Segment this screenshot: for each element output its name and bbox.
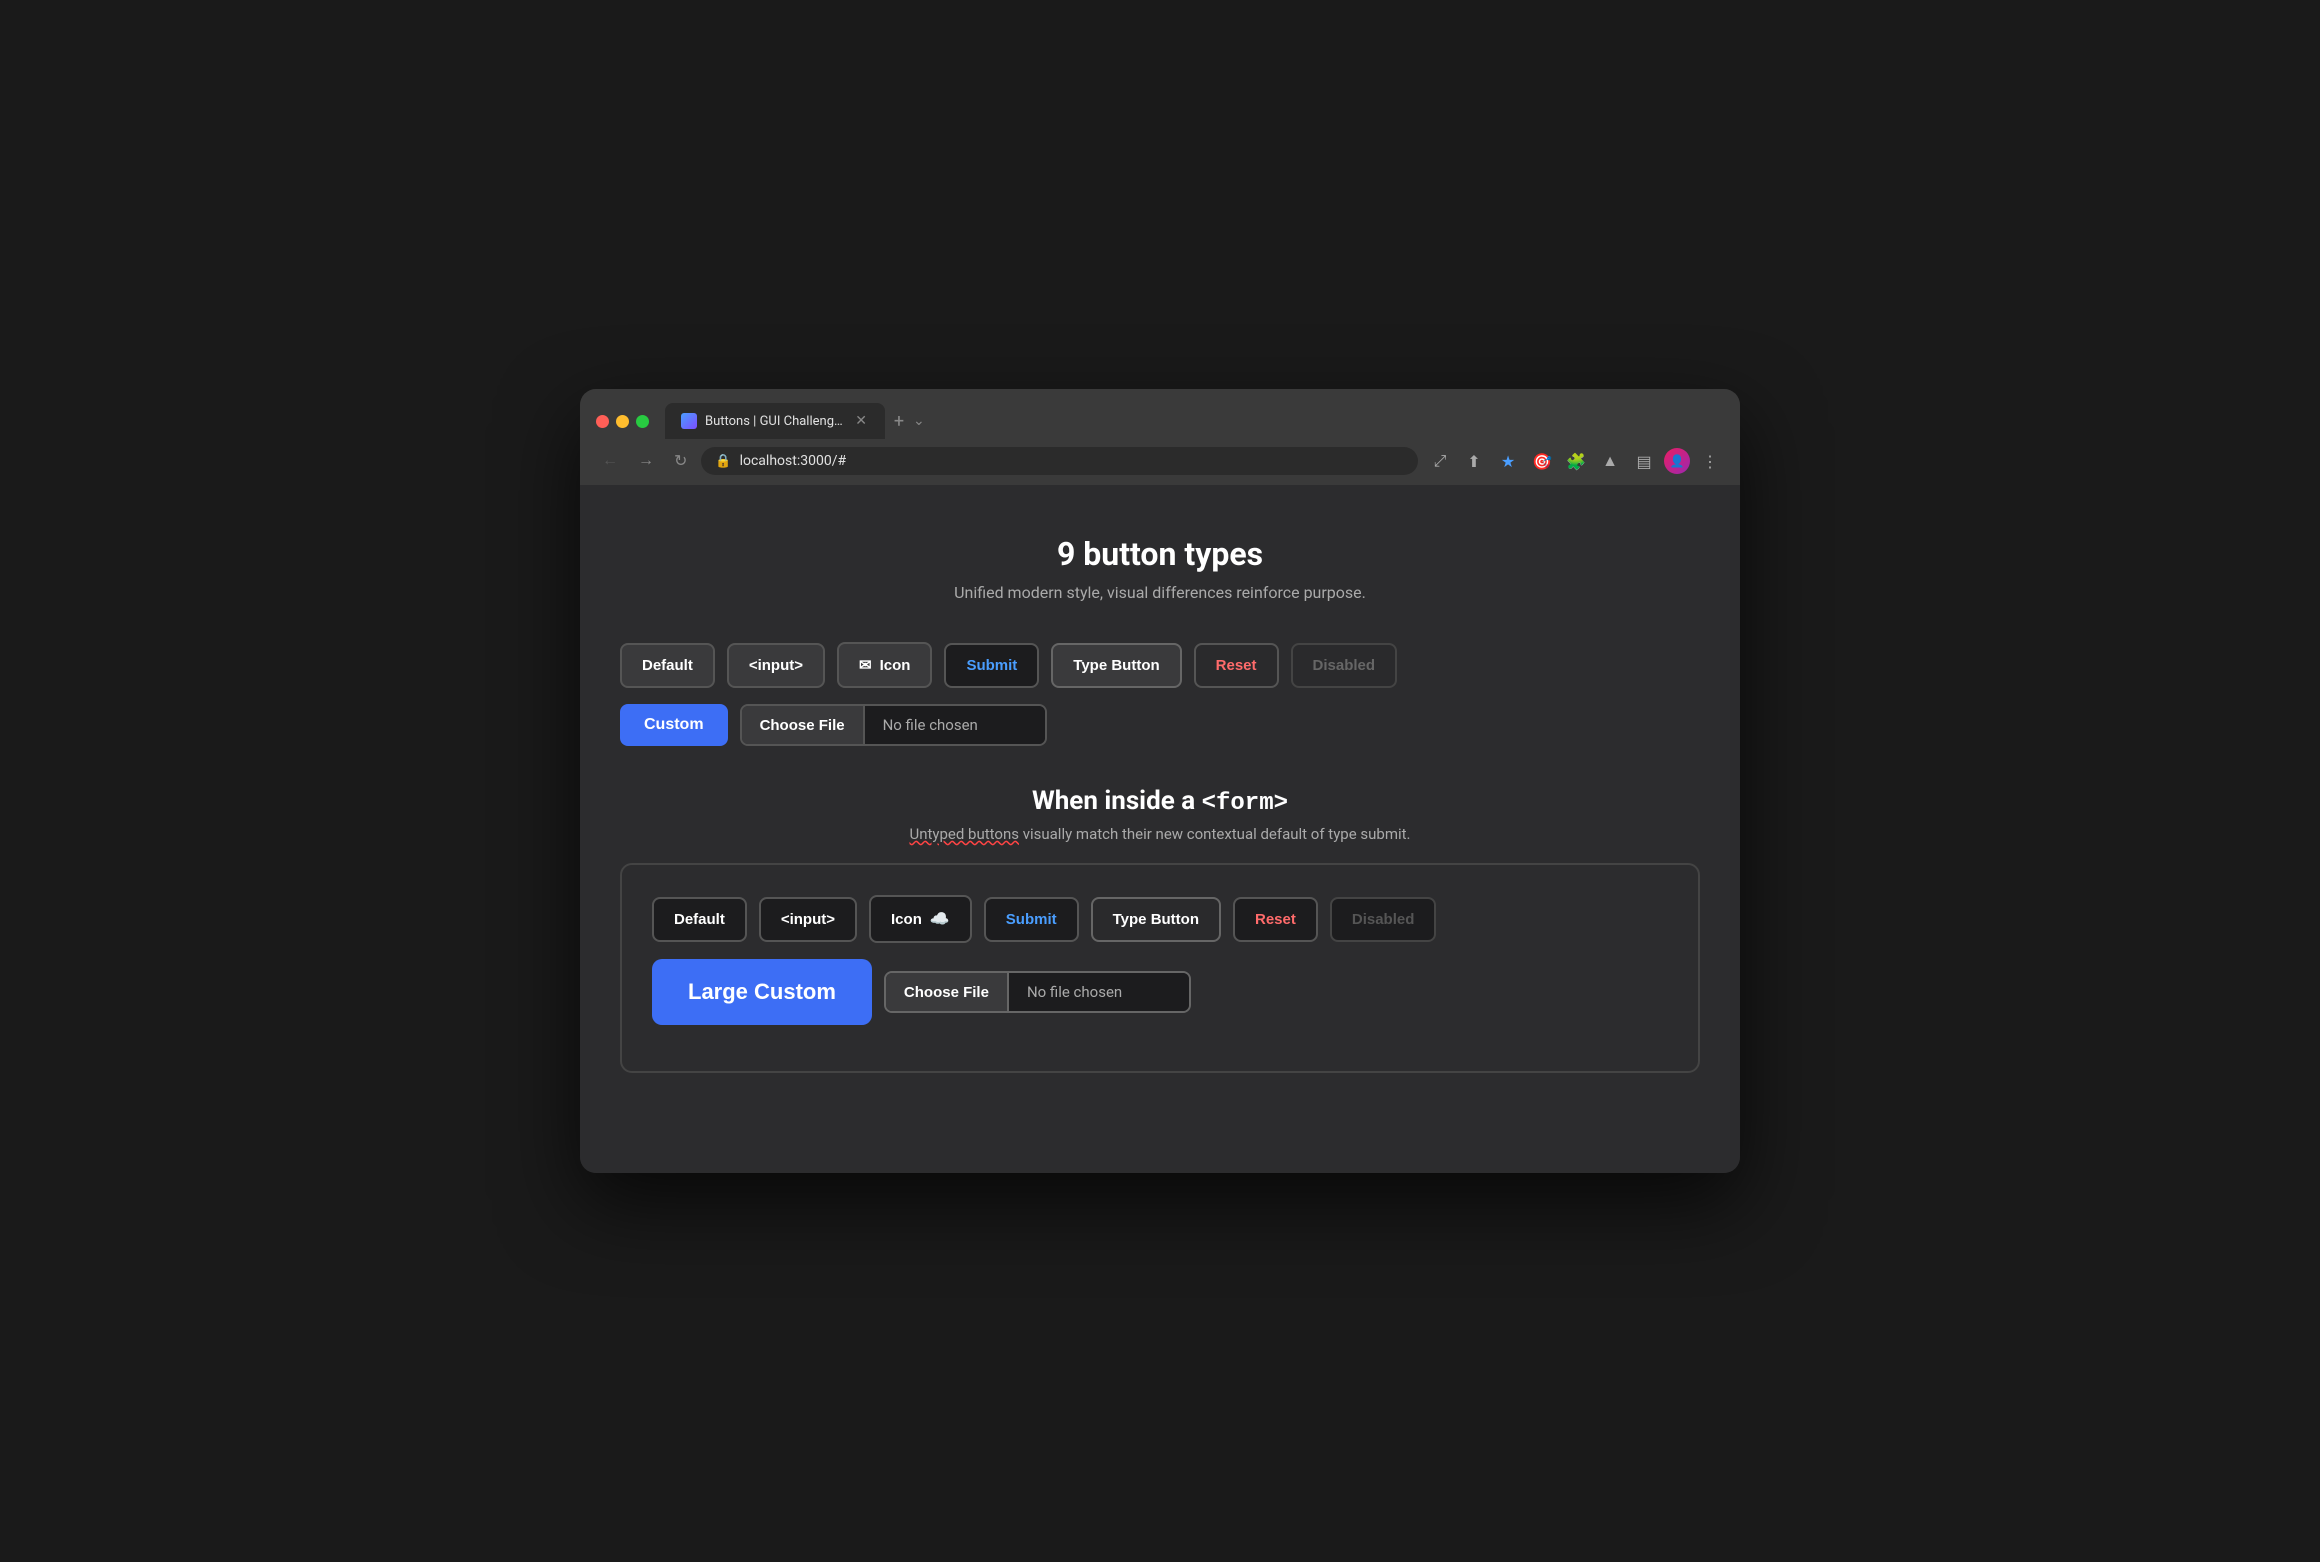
- sidebar-icon[interactable]: ▤: [1630, 447, 1658, 475]
- tab-close-icon[interactable]: ✕: [853, 411, 869, 431]
- page-subtitle: Unified modern style, visual differences…: [620, 583, 1700, 602]
- form-file-input-wrapper: Choose File No file chosen: [884, 971, 1191, 1013]
- profile-avatar[interactable]: 👤: [1664, 448, 1690, 474]
- form-section-header: When inside a <form> Untyped buttons vis…: [620, 786, 1700, 843]
- untyped-text: Untyped buttons: [909, 825, 1019, 843]
- security-icon: 🔒: [715, 454, 731, 469]
- colorful-icon[interactable]: 🎯: [1528, 447, 1556, 475]
- form-file-no-chosen-text: No file chosen: [1009, 973, 1189, 1011]
- file-no-chosen-text: No file chosen: [865, 706, 1045, 744]
- share-icon[interactable]: ⬆: [1460, 447, 1488, 475]
- envelope-icon: ✉: [859, 656, 872, 674]
- form-default-button[interactable]: Default: [652, 897, 747, 942]
- page-title: 9 button types: [620, 535, 1700, 573]
- traffic-lights: [596, 415, 649, 428]
- file-choose-button[interactable]: Choose File: [742, 706, 865, 744]
- form-section-subtitle: Untyped buttons visually match their new…: [620, 825, 1700, 843]
- tab-chevron-icon: ⌄: [913, 413, 925, 429]
- form-disabled-button: Disabled: [1330, 897, 1437, 942]
- form-section-title: When inside a <form>: [620, 786, 1700, 817]
- section1-row2: Custom Choose File No file chosen: [620, 704, 1700, 746]
- page-header: 9 button types Unified modern style, vis…: [620, 535, 1700, 602]
- bookmark-icon[interactable]: ★: [1494, 447, 1522, 475]
- file-input-wrapper: Choose File No file chosen: [740, 704, 1047, 746]
- icon-button[interactable]: ✉ Icon: [837, 642, 932, 688]
- disabled-button: Disabled: [1291, 643, 1398, 688]
- form-reset-button[interactable]: Reset: [1233, 897, 1318, 942]
- default-button[interactable]: Default: [620, 643, 715, 688]
- menu-icon[interactable]: ⋮: [1696, 447, 1724, 475]
- address-bar-row: ← → ↻ 🔒 localhost:3000/# ⤢ ⬆ ★ 🎯 🧩 ▲ ▤ 👤…: [580, 439, 1740, 485]
- type-button[interactable]: Type Button: [1051, 643, 1181, 688]
- close-button[interactable]: [596, 415, 609, 428]
- active-tab[interactable]: Buttons | GUI Challenges ✕: [665, 403, 885, 439]
- custom-button[interactable]: Custom: [620, 704, 728, 746]
- form-type-button[interactable]: Type Button: [1091, 897, 1221, 942]
- form-file-choose-button[interactable]: Choose File: [886, 973, 1009, 1011]
- form-submit-button[interactable]: Submit: [984, 897, 1079, 942]
- form-icon-button[interactable]: Icon ☁️: [869, 895, 972, 943]
- tab-bar: Buttons | GUI Challenges ✕ + ⌄: [665, 403, 925, 439]
- cloud-icon: ☁️: [930, 909, 950, 929]
- section2-row2: Large Custom Choose File No file chosen: [652, 959, 1668, 1025]
- page-content: 9 button types Unified modern style, vis…: [580, 485, 1740, 1173]
- submit-button[interactable]: Submit: [944, 643, 1039, 688]
- maximize-button[interactable]: [636, 415, 649, 428]
- section1-button-group: Default <input> ✉ Icon Submit Type Butto…: [620, 642, 1700, 688]
- section2-button-group: Default <input> Icon ☁️ Submit Type Butt…: [652, 895, 1668, 943]
- tab-favicon: [681, 413, 697, 429]
- address-bar[interactable]: 🔒 localhost:3000/#: [701, 447, 1418, 475]
- reload-button[interactable]: ↻: [668, 447, 693, 475]
- external-link-icon[interactable]: ⤢: [1426, 447, 1454, 475]
- section-divider: When inside a <form> Untyped buttons vis…: [620, 786, 1700, 1073]
- new-tab-button[interactable]: +: [885, 407, 913, 435]
- url-text: localhost:3000/#: [740, 453, 847, 469]
- pointer-icon[interactable]: ▲: [1596, 447, 1624, 475]
- reset-button[interactable]: Reset: [1194, 643, 1279, 688]
- minimize-button[interactable]: [616, 415, 629, 428]
- browser-window: Buttons | GUI Challenges ✕ + ⌄ ← → ↻ 🔒 l…: [580, 389, 1740, 1173]
- title-bar: Buttons | GUI Challenges ✕ + ⌄: [580, 389, 1740, 439]
- tab-title: Buttons | GUI Challenges: [705, 414, 845, 429]
- toolbar-icons: ⤢ ⬆ ★ 🎯 🧩 ▲ ▤ 👤 ⋮: [1426, 447, 1724, 475]
- extensions-icon[interactable]: 🧩: [1562, 447, 1590, 475]
- forward-button[interactable]: →: [632, 448, 660, 474]
- input-button[interactable]: <input>: [727, 643, 825, 688]
- form-box: Default <input> Icon ☁️ Submit Type Butt…: [620, 863, 1700, 1073]
- large-custom-button[interactable]: Large Custom: [652, 959, 872, 1025]
- form-input-button[interactable]: <input>: [759, 897, 857, 942]
- back-button[interactable]: ←: [596, 448, 624, 474]
- browser-chrome: Buttons | GUI Challenges ✕ + ⌄ ← → ↻ 🔒 l…: [580, 389, 1740, 485]
